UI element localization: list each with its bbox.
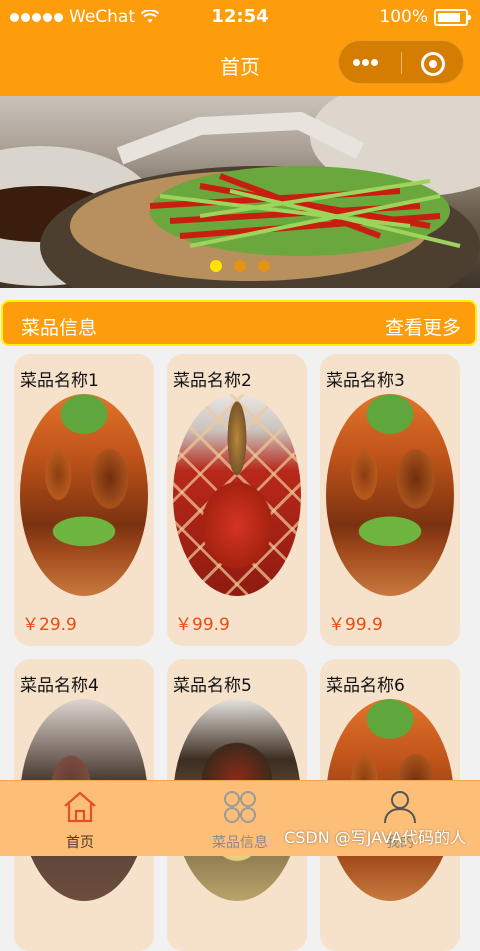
view-more-link[interactable]: 查看更多: [385, 313, 461, 340]
dish-image: [173, 394, 301, 596]
dish-name: 菜品名称4: [20, 676, 99, 696]
dish-card[interactable]: 菜品名称1 ￥29.9: [14, 354, 154, 646]
tab-label: 首页: [66, 835, 94, 851]
capsule-divider: [401, 52, 402, 74]
dish-card[interactable]: 菜品名称3 ￥99.9: [320, 354, 460, 646]
dish-name: 菜品名称1: [20, 371, 99, 391]
carousel-indicators: [210, 260, 270, 272]
dish-name: 菜品名称5: [173, 676, 252, 696]
dish-card[interactable]: 菜品名称2 ￥99.9: [167, 354, 307, 646]
battery-info: 100%: [379, 7, 471, 27]
dish-image: [326, 394, 454, 596]
battery-percent: 100%: [379, 7, 428, 27]
dish-price: ￥99.9: [328, 615, 383, 635]
dish-price: ￥29.9: [22, 615, 77, 635]
watermark: CSDN @写JAVA代码的人: [284, 828, 466, 847]
carousel-dot[interactable]: [234, 260, 246, 272]
dish-name: 菜品名称2: [173, 371, 252, 391]
dish-name: 菜品名称3: [326, 371, 405, 391]
home-icon: [64, 791, 96, 823]
carousel-dot[interactable]: [258, 260, 270, 272]
close-mini-program-icon[interactable]: [421, 52, 445, 76]
dish-image: [20, 394, 148, 596]
section-header: 菜品信息 查看更多: [1, 300, 477, 346]
tab-home[interactable]: 首页: [0, 781, 160, 856]
mini-program-capsule: [338, 40, 464, 84]
status-bar: WeChat 12:54 100%: [0, 0, 480, 34]
user-icon: [384, 791, 416, 824]
banner-carousel[interactable]: [0, 96, 480, 288]
battery-icon: [434, 8, 471, 26]
carousel-dot[interactable]: [210, 260, 222, 272]
grid-icon: [224, 791, 256, 823]
dish-price: ￥99.9: [175, 615, 230, 635]
section-title: 菜品信息: [21, 317, 98, 339]
navigation-bar: 首页: [0, 34, 480, 96]
dish-name: 菜品名称6: [326, 676, 405, 696]
more-options-icon[interactable]: [353, 51, 393, 71]
